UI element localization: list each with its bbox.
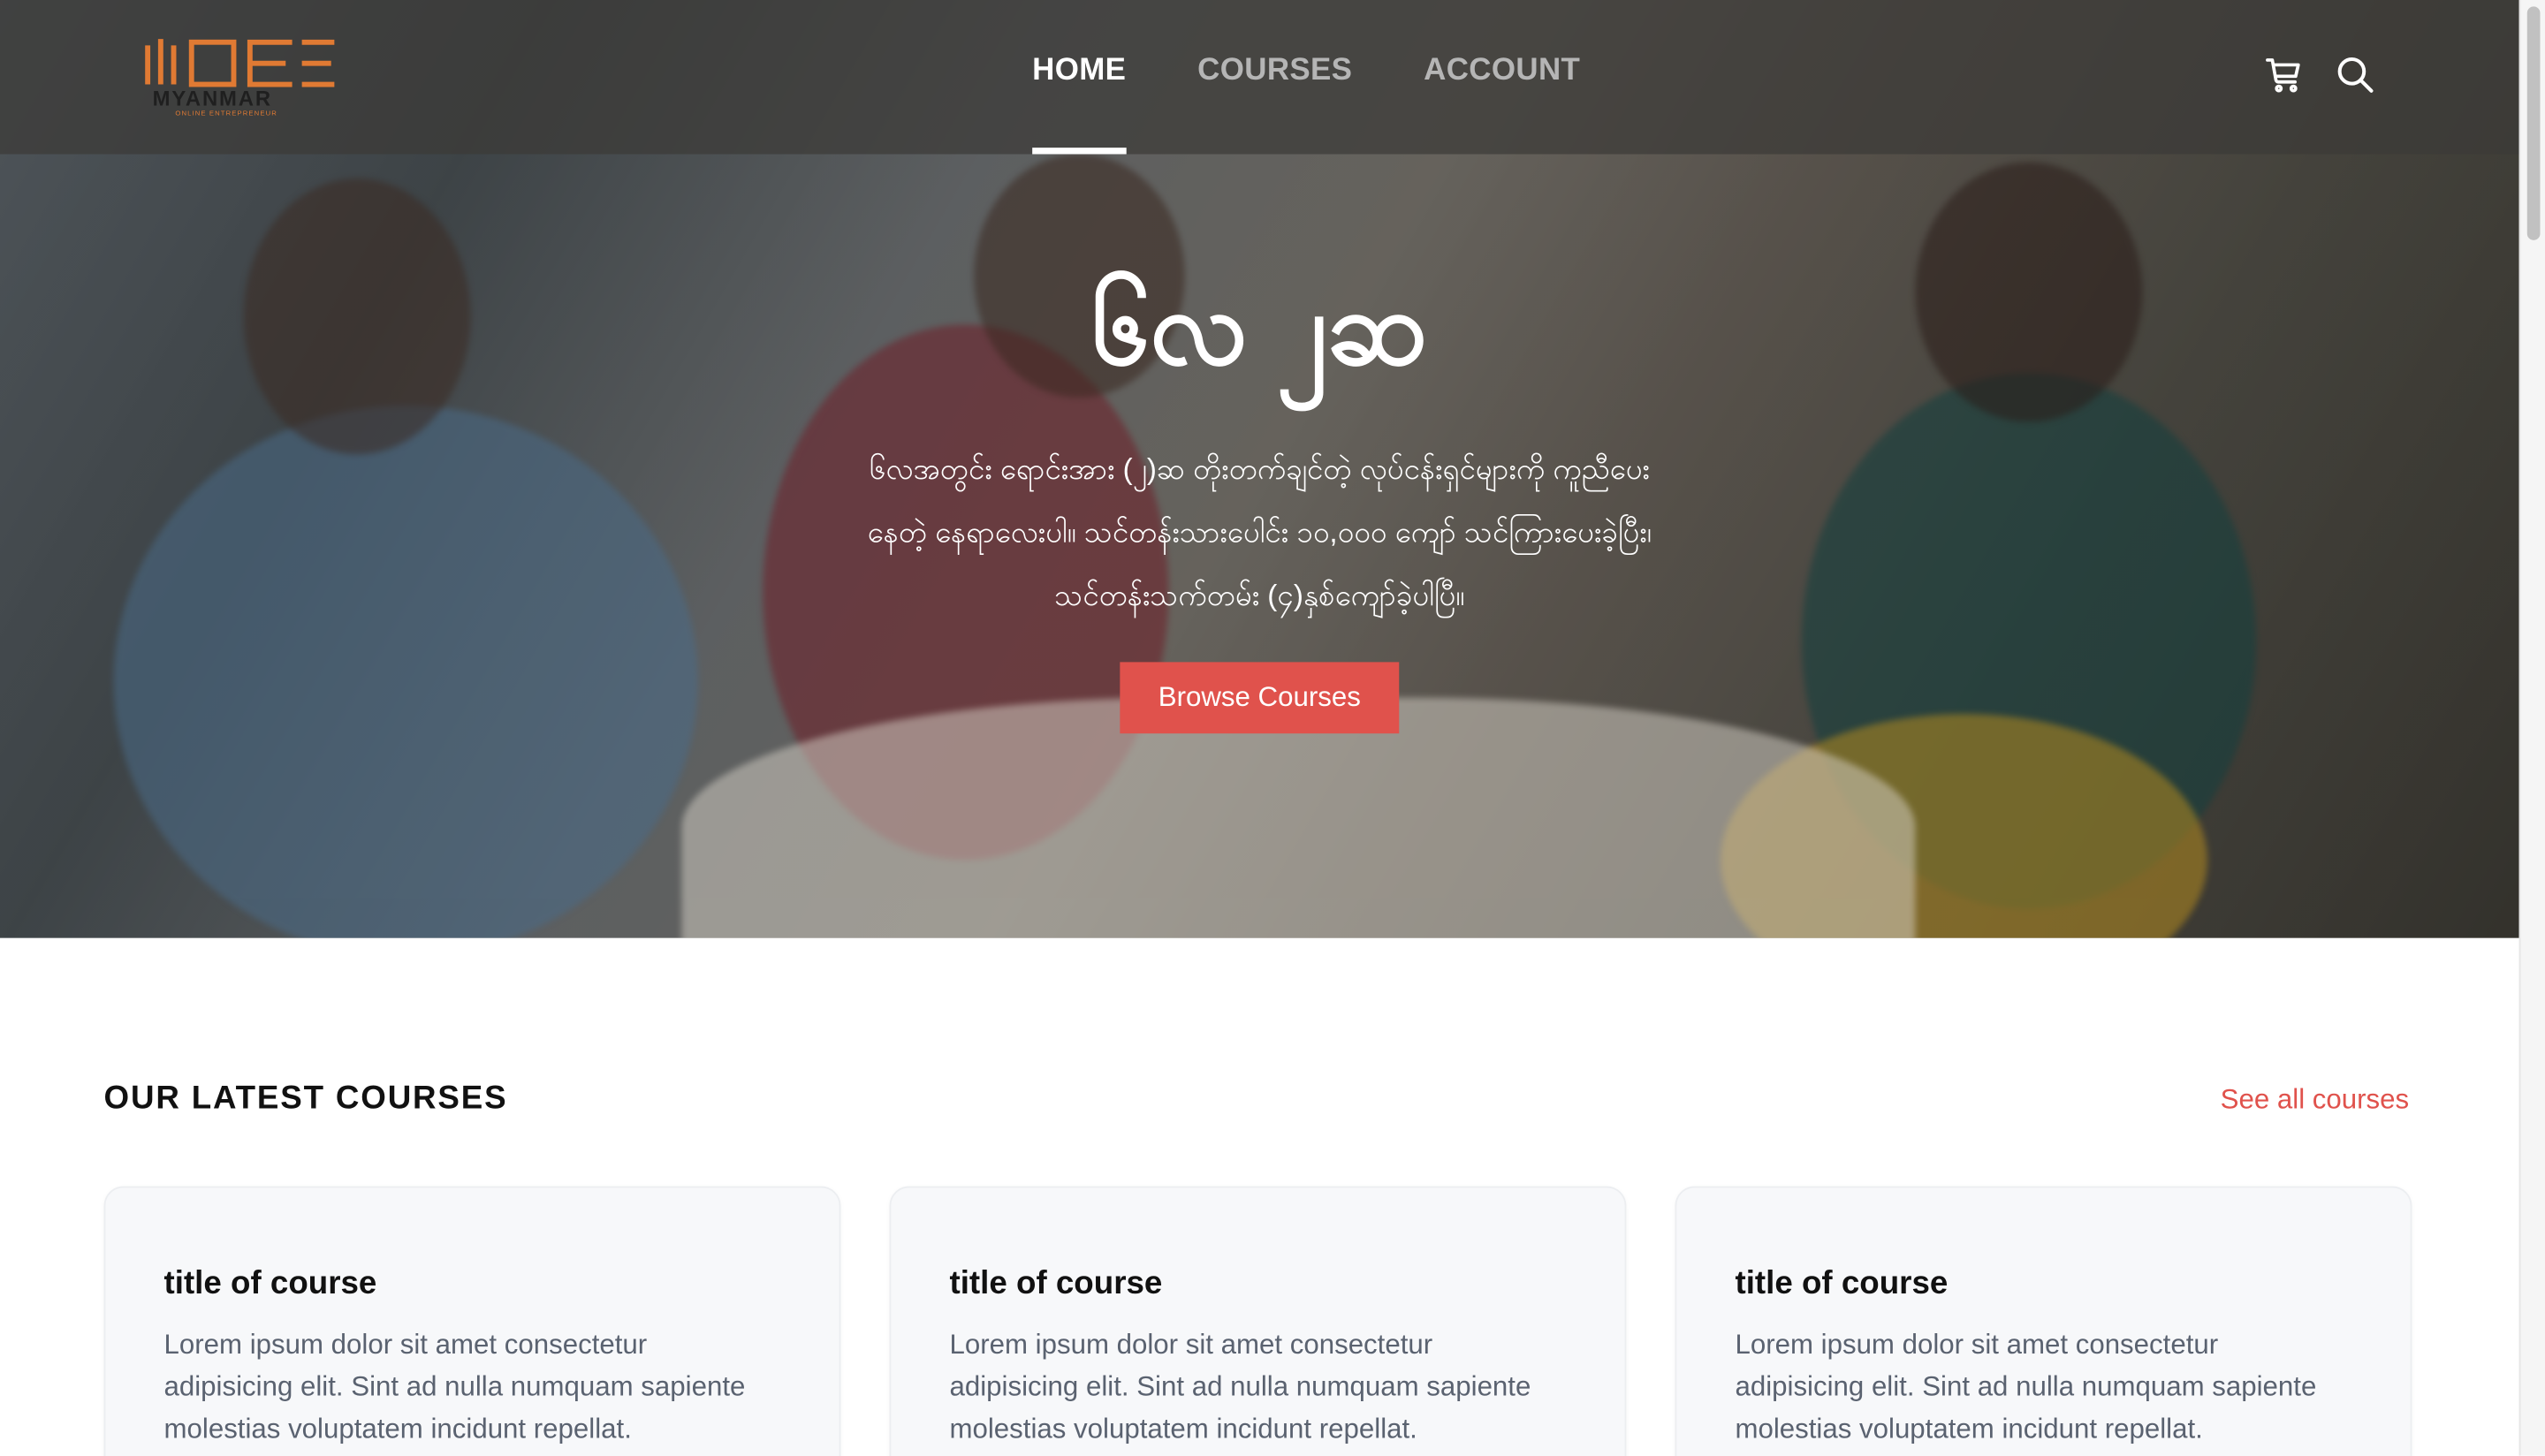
cart-icon[interactable]: [2264, 55, 2303, 94]
moe-myanmar-logo[interactable]: MYANMAR ONLINE ENTREPRENEUR: [143, 35, 341, 117]
nav-home[interactable]: HOME: [1032, 0, 1127, 155]
navbar: MYANMAR ONLINE ENTREPRENEUR HOME COURSES…: [0, 0, 2519, 155]
hero-title: ၆လ ၂ဆ: [1091, 269, 1428, 387]
course-card[interactable]: title of course Lorem ipsum dolor sit am…: [1675, 1186, 2412, 1456]
course-title: title of course: [1735, 1265, 1949, 1302]
nav-account[interactable]: ACCOUNT: [1424, 0, 1580, 154]
browse-courses-button[interactable]: Browse Courses: [1120, 662, 1400, 734]
course-description: Lorem ipsum dolor sit amet consectetur a…: [1735, 1329, 2317, 1445]
course-card[interactable]: title of course Lorem ipsum dolor sit am…: [889, 1186, 1627, 1456]
hero-photo-shape: [113, 406, 698, 938]
course-description: Lorem ipsum dolor sit amet consectetur a…: [949, 1329, 1531, 1445]
nav-icons: [2264, 55, 2374, 94]
hero-photo-shape: [681, 697, 1916, 938]
see-all-courses-link[interactable]: See all courses: [2221, 1084, 2409, 1117]
scrollbar-thumb[interactable]: [2526, 6, 2541, 240]
main-nav: HOME COURSES ACCOUNT: [1032, 0, 1580, 155]
course-cards: title of course Lorem ipsum dolor sit am…: [103, 1186, 2412, 1456]
nav-courses[interactable]: COURSES: [1197, 0, 1352, 154]
logo-tagline: ONLINE ENTREPRENEUR: [175, 109, 277, 117]
search-icon[interactable]: [2336, 55, 2374, 94]
course-title: title of course: [163, 1265, 377, 1302]
course-title: title of course: [949, 1265, 1163, 1302]
page-scrollbar[interactable]: [2518, 0, 2545, 1456]
section-title: OUR LATEST COURSES: [103, 1081, 508, 1117]
logo-wordmark: MYANMAR: [153, 87, 272, 110]
hero-description: ၆လအတွင်း ရောင်းအား (၂)ဆ တိုးတက်ချင်တဲ့ လ…: [867, 452, 1652, 612]
course-card[interactable]: title of course Lorem ipsum dolor sit am…: [103, 1186, 841, 1456]
course-description: Lorem ipsum dolor sit amet consectetur a…: [163, 1329, 746, 1445]
